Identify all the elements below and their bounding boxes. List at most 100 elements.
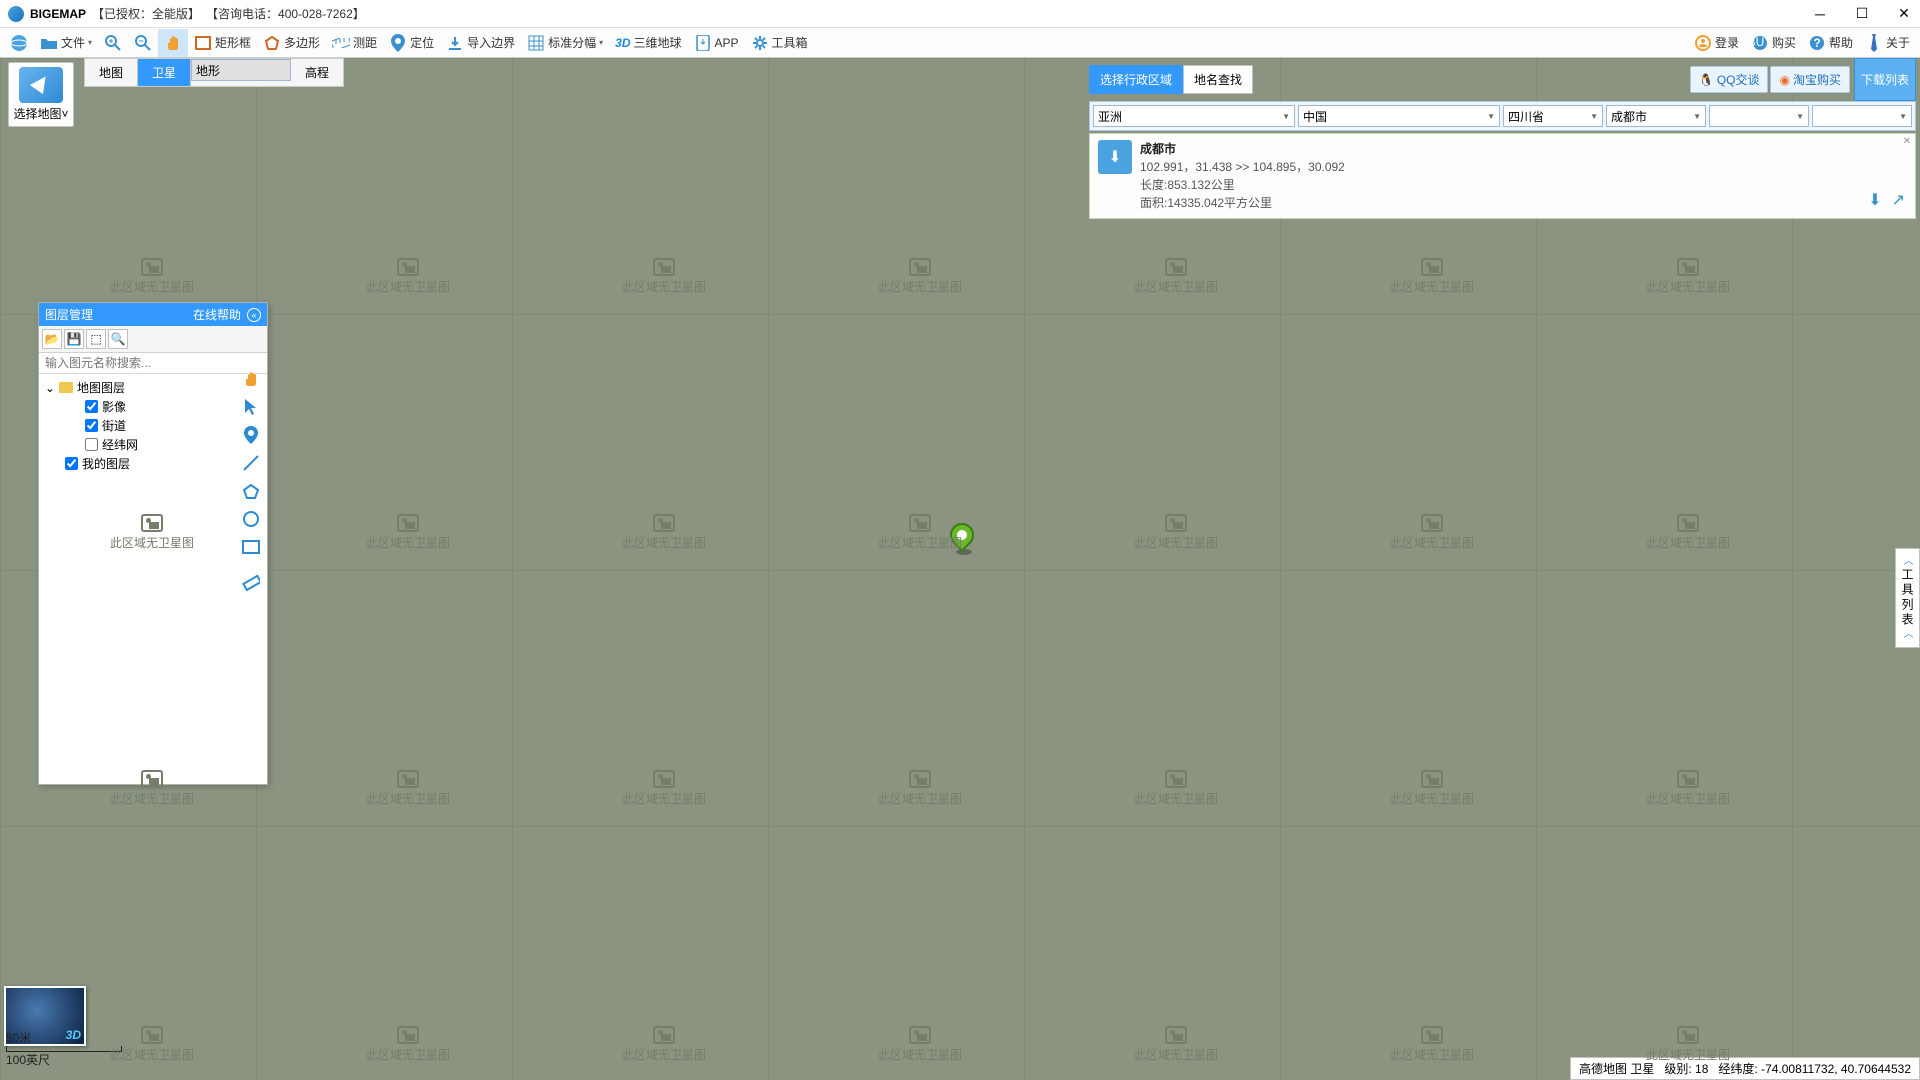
folder-icon [59, 382, 73, 393]
pan-button[interactable] [158, 29, 188, 57]
select-country[interactable]: 中国▼ [1298, 105, 1500, 127]
buy-label: 购买 [1772, 34, 1796, 51]
layer-open-button[interactable]: 📂 [42, 329, 62, 349]
taobao-icon: ◉ [1779, 73, 1789, 87]
select-map-label: 选择地图˅ [11, 105, 71, 122]
tab-place-search[interactable]: 地名查找 [1183, 65, 1253, 94]
import-button[interactable]: 导入边界 [440, 29, 521, 57]
result-share-button[interactable]: ↗ [1892, 190, 1905, 210]
chevron-left-icon: 〈 [1899, 555, 1914, 568]
app-logo-icon [8, 6, 24, 22]
layer-grid-label[interactable]: 经纬网 [102, 436, 138, 453]
user-icon [1694, 34, 1712, 52]
map-marker[interactable] [950, 523, 978, 563]
select-map-icon [19, 67, 63, 103]
maximize-button[interactable]: ☐ [1854, 6, 1870, 22]
layer-street-checkbox[interactable] [85, 419, 98, 432]
license-text: 【已授权：全能版】 [92, 5, 200, 22]
layer-my-label[interactable]: 我的图层 [82, 455, 130, 472]
zoom-out-button[interactable] [128, 29, 158, 57]
draw-pan-button[interactable] [240, 368, 262, 390]
rect-label: 矩形框 [215, 34, 251, 51]
select-continent[interactable]: 亚洲▼ [1093, 105, 1295, 127]
polygon-icon [263, 34, 281, 52]
draw-line-button[interactable] [240, 452, 262, 474]
help-button[interactable]: ?帮助 [1802, 29, 1859, 57]
scale-bottom-label: 100英尺 [6, 1051, 122, 1068]
rect-button[interactable]: 矩形框 [188, 29, 257, 57]
draw-select-button[interactable] [240, 396, 262, 418]
side-tool-list-toggle[interactable]: 〈 工具列表 〈 [1895, 548, 1920, 648]
result-area: 面积:14335.042平方公里 [1140, 194, 1345, 212]
login-button[interactable]: 登录 [1688, 29, 1745, 57]
select-city[interactable]: 成都市▼ [1606, 105, 1706, 127]
status-provider: 高德地图 卫星 [1579, 1060, 1654, 1077]
buy-button[interactable]: BUY购买 [1745, 29, 1802, 57]
select-street[interactable]: ▼ [1812, 105, 1912, 127]
close-button[interactable]: ✕ [1896, 6, 1912, 22]
layer-select-button[interactable]: ⬚ [86, 329, 106, 349]
buy-icon: BUY [1751, 34, 1769, 52]
layer-search-button[interactable]: 🔍 [108, 329, 128, 349]
draw-polygon-button[interactable] [240, 480, 262, 502]
tab-satellite[interactable]: 卫星 [138, 59, 191, 86]
about-button[interactable]: 关于 [1859, 29, 1916, 57]
tab-elevation[interactable]: 高程 [291, 59, 343, 86]
polygon-label: 多边形 [284, 34, 320, 51]
status-level: 18 [1695, 1062, 1708, 1076]
layer-image-checkbox[interactable] [85, 400, 98, 413]
draw-circle-button[interactable] [240, 508, 262, 530]
chevron-down-icon: ▼ [1899, 112, 1907, 121]
file-button[interactable]: 文件▾ [34, 29, 98, 57]
measure-button[interactable]: 测距 [326, 29, 383, 57]
qq-icon: 🐧 [1699, 73, 1714, 87]
minimize-button[interactable]: ─ [1812, 6, 1828, 22]
tab-map[interactable]: 地图 [85, 59, 138, 86]
svg-text:?: ? [1813, 36, 1820, 50]
app-label: APP [715, 36, 739, 50]
about-label: 关于 [1886, 34, 1910, 51]
import-icon [446, 34, 464, 52]
result-coords: 102.991，31.438 >> 104.895，30.092 [1140, 158, 1345, 176]
layer-save-button[interactable]: 💾 [64, 329, 84, 349]
gear-icon [751, 34, 769, 52]
draw-toolbar [238, 368, 264, 594]
phone-text: 【咨询电话：400-028-7262】 [206, 5, 365, 22]
taobao-buy-button[interactable]: ◉淘宝购买 [1770, 66, 1850, 93]
draw-ruler-button[interactable] [240, 572, 262, 594]
select-province[interactable]: 四川省▼ [1503, 105, 1603, 127]
tree-toggle[interactable]: ⌄ [45, 381, 55, 395]
layer-help-link[interactable]: 在线帮助 [193, 306, 241, 323]
layer-image-label[interactable]: 影像 [102, 398, 126, 415]
ruler-icon [332, 34, 350, 52]
layer-collapse-button[interactable]: « [247, 308, 261, 322]
zoom-in-button[interactable] [98, 29, 128, 57]
grid-button[interactable]: 标准分幅▾ [521, 29, 609, 57]
result-download-button[interactable]: ⬇ [1868, 190, 1881, 210]
qq-chat-button[interactable]: 🐧QQ交谈 [1690, 66, 1769, 93]
layer-street-label[interactable]: 街道 [102, 417, 126, 434]
app-icon [694, 34, 712, 52]
draw-marker-button[interactable] [240, 424, 262, 446]
tab-admin-area[interactable]: 选择行政区域 [1089, 65, 1183, 94]
tab-terrain[interactable]: 地形 [191, 59, 291, 81]
toolbox-button[interactable]: 工具箱 [745, 29, 814, 57]
chevron-down-icon: ▼ [1796, 112, 1804, 121]
tree-root-label[interactable]: 地图图层 [77, 379, 125, 396]
map-canvas[interactable]: // placeholder so structure stays; actua… [0, 58, 1920, 1080]
select-district[interactable]: ▼ [1709, 105, 1809, 127]
download-list-button[interactable]: 下载列表 [1854, 58, 1916, 101]
draw-rect-button[interactable] [240, 536, 262, 558]
pin-icon [389, 34, 407, 52]
layer-search-input[interactable] [39, 353, 267, 374]
globe-icon-button[interactable] [4, 29, 34, 57]
3d-globe-button[interactable]: 3D三维地球 [609, 29, 687, 57]
3d-icon: 3D [615, 36, 630, 50]
result-close-button[interactable]: ✕ [1903, 136, 1911, 147]
layer-grid-checkbox[interactable] [85, 438, 98, 451]
select-map-button[interactable]: 选择地图˅ [8, 62, 74, 127]
polygon-button[interactable]: 多边形 [257, 29, 326, 57]
layer-my-checkbox[interactable] [65, 457, 78, 470]
locate-button[interactable]: 定位 [383, 29, 440, 57]
app-button[interactable]: APP [688, 29, 745, 57]
